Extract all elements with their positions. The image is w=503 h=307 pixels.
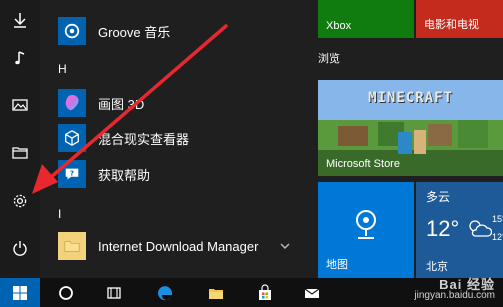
- edge-icon: [158, 285, 172, 300]
- tile-label: Microsoft Store: [326, 158, 400, 170]
- app-mixed-reality-viewer[interactable]: 混合现实查看器: [58, 120, 298, 156]
- task-view-icon: [107, 286, 121, 299]
- weather-high: 15°: [492, 214, 503, 224]
- weather-temperature: 12°: [426, 216, 460, 241]
- watermark-url: jingyan.baidu.com: [414, 290, 495, 301]
- help-icon: ?: [58, 160, 86, 188]
- app-label: 获取帮助: [98, 167, 151, 183]
- file-explorer-taskbar-button[interactable]: [196, 278, 236, 307]
- watermark-brand: Bai 经验: [439, 277, 495, 292]
- map-pin-icon: [356, 210, 376, 239]
- start-left-rail: [0, 0, 40, 278]
- edge-browser-button[interactable]: [146, 278, 186, 307]
- power-icon[interactable]: [0, 228, 40, 268]
- folder-icon: [209, 288, 223, 299]
- chevron-down-icon[interactable]: [278, 239, 292, 253]
- file-explorer-icon[interactable]: [0, 132, 40, 172]
- app-label: Groove 音乐: [98, 24, 171, 40]
- cloud-sun-icon: [469, 220, 492, 237]
- app-groove-music[interactable]: Groove 音乐: [58, 13, 298, 49]
- app-get-help[interactable]: ? 获取帮助: [58, 156, 298, 192]
- app-paint-3d[interactable]: 画图 3D: [58, 85, 298, 121]
- tiles-area: Xbox 电影和电视 浏览 MINECRAFT Microsoft Store …: [306, 0, 503, 278]
- tile-xbox[interactable]: Xbox: [318, 0, 414, 38]
- weather-condition: 多云: [426, 190, 451, 204]
- settings-gear-icon[interactable]: [0, 181, 40, 221]
- app-internet-download-manager[interactable]: Internet Download Manager: [58, 228, 298, 264]
- cortana-search-button[interactable]: [46, 278, 86, 307]
- tile-group-title: 浏览: [318, 53, 340, 65]
- svg-text:?: ?: [70, 168, 74, 177]
- app-label: 混合现实查看器: [98, 131, 190, 147]
- tile-label: 电影和电视: [424, 19, 479, 31]
- downloads-icon[interactable]: [0, 0, 40, 40]
- letter-header-i[interactable]: I: [58, 207, 61, 221]
- tile-movies-tv[interactable]: 电影和电视: [416, 0, 503, 38]
- minecraft-logo: MINECRAFT: [368, 90, 453, 106]
- weather-low: 12°: [492, 232, 503, 242]
- tile-microsoft-store[interactable]: MINECRAFT Microsoft Store: [318, 80, 503, 176]
- groove-icon: [58, 17, 86, 45]
- start-button[interactable]: [0, 278, 40, 307]
- mail-icon: [304, 288, 320, 298]
- baidu-watermark: Bai 经验 jingyan.baidu.com: [414, 277, 495, 301]
- windows-logo-icon: [13, 285, 27, 300]
- store-taskbar-button[interactable]: [245, 278, 285, 307]
- tile-weather[interactable]: 多云 12° 15° 12° 北京: [416, 182, 503, 278]
- shopping-bag-icon: [259, 283, 271, 300]
- cortana-circle-icon: [59, 285, 73, 300]
- task-view-button[interactable]: [94, 278, 134, 307]
- music-icon[interactable]: [0, 38, 40, 78]
- app-label: Internet Download Manager: [98, 238, 259, 254]
- app-label: 画图 3D: [98, 96, 145, 112]
- mail-taskbar-button[interactable]: [292, 278, 332, 307]
- tile-label: Xbox: [326, 20, 352, 32]
- tile-label: 地图: [326, 259, 348, 271]
- app-list: Groove 音乐 H 画图 3D 混合现实查看器 ? 获取帮助 I Inter…: [40, 0, 306, 278]
- folder-icon: [58, 232, 86, 260]
- paint3d-icon: [58, 89, 86, 117]
- letter-header-h[interactable]: H: [58, 62, 67, 76]
- tile-maps[interactable]: 地图: [318, 182, 414, 278]
- cube-icon: [58, 124, 86, 152]
- pictures-icon[interactable]: [0, 85, 40, 125]
- weather-city: 北京: [426, 261, 448, 273]
